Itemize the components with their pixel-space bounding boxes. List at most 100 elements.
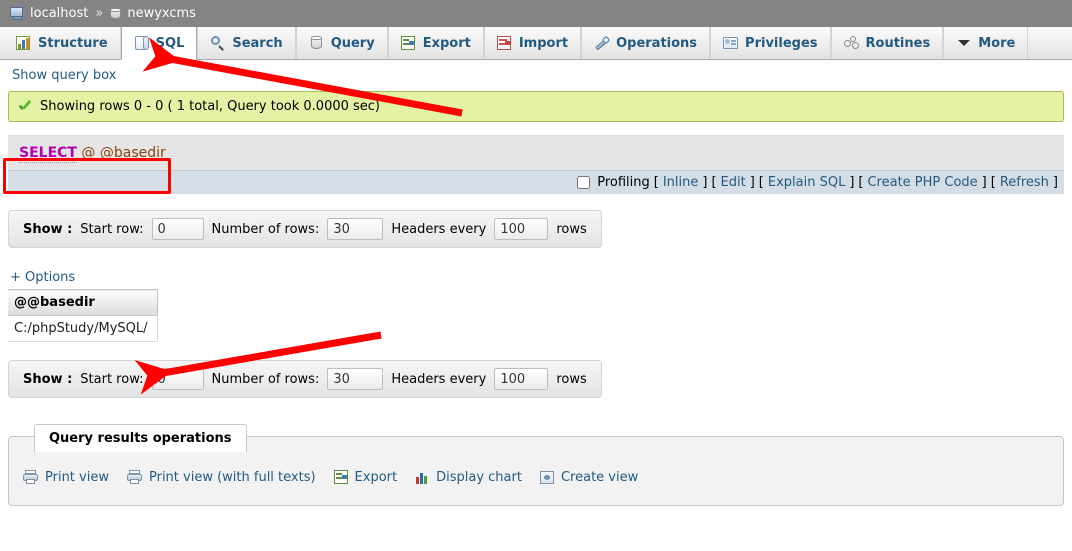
- tab-more-label: More: [978, 35, 1016, 51]
- bracket-open-php: [: [858, 175, 864, 190]
- tab-sql[interactable]: SQL: [120, 27, 198, 60]
- breadcrumb-separator: »: [95, 6, 104, 21]
- import-icon: [496, 35, 513, 51]
- create-php-code-link[interactable]: Create PHP Code: [867, 175, 977, 190]
- tab-query[interactable]: Query: [295, 27, 388, 59]
- chart-icon: [415, 470, 430, 485]
- tab-privileges[interactable]: Privileges: [710, 27, 831, 59]
- tab-routines[interactable]: Routines: [830, 27, 944, 59]
- breadcrumb-bar: localhost » newyxcms: [0, 0, 1072, 27]
- start-row-label-bottom: Start row:: [80, 371, 144, 387]
- breadcrumb-database[interactable]: newyxcms: [127, 6, 196, 21]
- create-view-label: Create view: [560, 469, 639, 485]
- start-row-input-bottom[interactable]: [151, 368, 204, 390]
- number-of-rows-label-top: Number of rows:: [211, 221, 320, 237]
- table-row: C:/phpStudy/MySQL/: [8, 315, 158, 342]
- show-label-top: Show :: [23, 221, 73, 237]
- number-of-rows-input-bottom[interactable]: [327, 368, 384, 390]
- operations-icon: [594, 35, 611, 51]
- options-toggle-link[interactable]: + Options: [10, 270, 75, 285]
- create-view-icon: [539, 470, 555, 485]
- tab-operations[interactable]: Operations: [581, 27, 711, 59]
- print-view-link[interactable]: Print view: [23, 469, 109, 485]
- bracket-close-explain: ]: [849, 175, 855, 190]
- display-chart-link[interactable]: Display chart: [415, 470, 522, 485]
- rows-label-top: rows: [556, 221, 587, 237]
- bracket-open-inline: [: [653, 175, 659, 190]
- tab-export-label: Export: [422, 35, 471, 51]
- tab-operations-label: Operations: [616, 35, 698, 51]
- tab-structure[interactable]: Structure: [4, 27, 121, 59]
- main-tab-bar: Structure SQL Search Query Export Import…: [0, 27, 1072, 60]
- database-icon: [110, 7, 123, 21]
- query-status-text: Showing rows 0 - 0 ( 1 total, Query took…: [40, 99, 381, 114]
- tab-search-label: Search: [232, 35, 283, 51]
- structure-icon: [16, 35, 32, 51]
- sql-expression: @ @basedir: [81, 145, 166, 161]
- privileges-icon: [723, 35, 739, 51]
- print-view-full-texts-label: Print view (with full texts): [148, 469, 316, 485]
- bracket-open-explain: [: [758, 175, 764, 190]
- server-icon: [10, 7, 26, 20]
- print-view-full-texts-link[interactable]: Print view (with full texts): [126, 469, 316, 485]
- options-row: + Options: [8, 270, 1064, 285]
- export-icon: [333, 469, 349, 485]
- sql-keyword: SELECT: [19, 145, 77, 163]
- print-view-label: Print view: [45, 469, 109, 485]
- query-results-operations-legend: Query results operations: [34, 424, 247, 452]
- tab-query-label: Query: [330, 35, 375, 51]
- breadcrumb-host[interactable]: localhost: [30, 6, 88, 21]
- export-label: Export: [354, 469, 398, 485]
- tab-import[interactable]: Import: [483, 27, 582, 59]
- headers-every-input-bottom[interactable]: [494, 368, 549, 390]
- number-of-rows-label-bottom: Number of rows:: [211, 371, 320, 387]
- bracket-close-refresh: ]: [1052, 175, 1058, 190]
- show-query-box-row: Show query box: [8, 60, 1064, 89]
- show-query-box-link[interactable]: Show query box: [12, 68, 116, 83]
- display-chart-label: Display chart: [436, 469, 522, 485]
- number-of-rows-input-top[interactable]: [327, 218, 384, 240]
- refresh-link[interactable]: Refresh: [1000, 175, 1049, 190]
- phpmyadmin-page: localhost » newyxcms Structure SQL Searc…: [0, 0, 1072, 551]
- search-icon: [210, 35, 226, 51]
- explain-sql-link[interactable]: Explain SQL: [768, 175, 845, 190]
- sql-icon: [134, 35, 150, 51]
- headers-every-input-top[interactable]: [494, 218, 549, 240]
- print-icon: [126, 469, 143, 485]
- main-content: Show query box Showing rows 0 - 0 ( 1 to…: [0, 60, 1072, 506]
- query-icon: [309, 35, 325, 51]
- create-view-link[interactable]: Create view: [539, 469, 639, 485]
- pagination-bar-bottom: Show : Start row: Number of rows: Header…: [8, 360, 602, 398]
- tab-search[interactable]: Search: [197, 27, 296, 59]
- inline-link[interactable]: Inline: [663, 175, 699, 190]
- start-row-input-top[interactable]: [151, 218, 204, 240]
- bracket-close-inline: ]: [702, 175, 708, 190]
- show-label-bottom: Show :: [23, 371, 73, 387]
- routines-icon: [843, 35, 860, 51]
- export-link[interactable]: Export: [333, 469, 398, 485]
- table-header-row: @@basedir: [8, 289, 158, 316]
- profiling-label: Profiling: [597, 175, 650, 190]
- tab-sql-label: SQL: [155, 35, 185, 51]
- rows-label-bottom: rows: [556, 371, 587, 387]
- print-icon: [23, 469, 39, 485]
- bracket-close-edit: ]: [749, 175, 755, 190]
- tab-structure-label: Structure: [38, 35, 108, 51]
- chevron-down-icon: [956, 35, 972, 51]
- tab-import-label: Import: [518, 35, 569, 51]
- executed-sql-box[interactable]: SELECT @ @basedir: [8, 135, 1064, 170]
- tab-export[interactable]: Export: [387, 27, 484, 59]
- query-status-message: Showing rows 0 - 0 ( 1 total, Query took…: [8, 91, 1064, 122]
- bracket-close-php: ]: [981, 175, 987, 190]
- cell-basedir-value[interactable]: C:/phpStudy/MySQL/: [8, 315, 158, 342]
- edit-link[interactable]: Edit: [721, 175, 746, 190]
- profiling-checkbox[interactable]: [577, 176, 591, 189]
- tab-more[interactable]: More: [943, 27, 1029, 59]
- headers-every-label-top: Headers every: [391, 221, 487, 237]
- bracket-open-refresh: [: [990, 175, 996, 190]
- column-header-basedir[interactable]: @@basedir: [8, 289, 158, 316]
- success-check-icon: [18, 99, 33, 114]
- query-results-operations-section: Query results operations Print view Prin…: [8, 424, 1064, 506]
- tab-routines-label: Routines: [865, 35, 931, 51]
- bracket-open-edit: [: [711, 175, 717, 190]
